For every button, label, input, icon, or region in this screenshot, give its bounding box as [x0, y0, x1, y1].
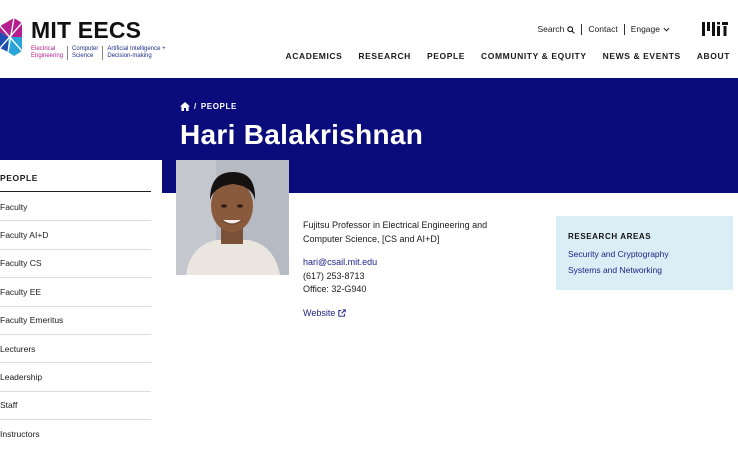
sidebar-item-staff[interactable]: Staff — [0, 392, 151, 421]
sidebar-item-faculty[interactable]: Faculty — [0, 193, 151, 222]
nav-about[interactable]: ABOUT — [697, 51, 730, 61]
sidebar-item-faculty-cs[interactable]: Faculty CS — [0, 250, 151, 279]
logo-title: MIT EECS — [31, 17, 142, 43]
nav-community-equity[interactable]: COMMUNITY & EQUITY — [481, 51, 587, 61]
breadcrumb-people[interactable]: PEOPLE — [201, 102, 237, 111]
logo-sub-cs: Computer Science — [67, 46, 102, 60]
sidebar-item-lecturers[interactable]: Lecturers — [0, 335, 151, 364]
utility-nav: Search Contact Engage — [531, 24, 676, 35]
eecs-logo[interactable]: MIT EECS Electrical Engineering Computer… — [0, 18, 170, 60]
logo-sub-aid: Artificial Intelligence + Decision-makin… — [102, 46, 169, 60]
contact-link[interactable]: Contact — [581, 24, 623, 35]
website-link[interactable]: Website — [303, 306, 533, 320]
profile-photo — [176, 160, 289, 275]
nav-academics[interactable]: ACADEMICS — [286, 51, 343, 61]
office-location: Office: 32-G940 — [303, 284, 367, 294]
research-area-systems[interactable]: Systems and Networking — [568, 263, 721, 279]
sidebar: PEOPLE Faculty Faculty AI+D Faculty CS F… — [0, 160, 162, 472]
profile-details: Fujitsu Professor in Electrical Engineer… — [303, 218, 533, 320]
sidebar-heading[interactable]: PEOPLE — [0, 173, 151, 192]
breadcrumb: / PEOPLE — [180, 102, 237, 111]
search-link[interactable]: Search — [531, 24, 581, 35]
engage-dropdown[interactable]: Engage — [623, 24, 676, 35]
email-link[interactable]: hari@csail.mit.edu — [303, 256, 533, 270]
eecs-hexagon-icon — [0, 18, 22, 56]
research-areas-box: RESEARCH AREAS Security and Cryptography… — [556, 216, 733, 290]
page-title: Hari Balakrishnan — [180, 119, 424, 150]
external-link-icon — [338, 308, 347, 317]
phone-number: (617) 253-8713 — [303, 270, 365, 281]
job-title: Fujitsu Professor in Electrical Engineer… — [303, 220, 488, 244]
sidebar-item-faculty-emeritus[interactable]: Faculty Emeritus — [0, 307, 151, 335]
sidebar-item-faculty-ee[interactable]: Faculty EE — [0, 278, 151, 307]
sidebar-item-instructors[interactable]: Instructors — [0, 420, 151, 448]
research-area-security[interactable]: Security and Cryptography — [568, 247, 721, 263]
research-areas-heading: RESEARCH AREAS — [568, 232, 652, 241]
sidebar-item-faculty-aid[interactable]: Faculty AI+D — [0, 221, 151, 250]
nav-news-events[interactable]: NEWS & EVENTS — [603, 51, 681, 61]
chevron-down-icon — [663, 27, 670, 32]
main-nav: ACADEMICS RESEARCH PEOPLE COMMUNITY & EQ… — [270, 51, 730, 61]
mit-logo-icon[interactable] — [702, 22, 728, 36]
nav-research[interactable]: RESEARCH — [358, 51, 411, 61]
nav-people[interactable]: PEOPLE — [427, 51, 465, 61]
sidebar-list: Faculty Faculty AI+D Faculty CS Faculty … — [0, 193, 151, 449]
search-icon — [567, 25, 576, 34]
logo-sub-ee: Electrical Engineering — [31, 46, 64, 59]
home-icon[interactable] — [180, 102, 190, 111]
sidebar-item-leadership[interactable]: Leadership — [0, 363, 151, 392]
